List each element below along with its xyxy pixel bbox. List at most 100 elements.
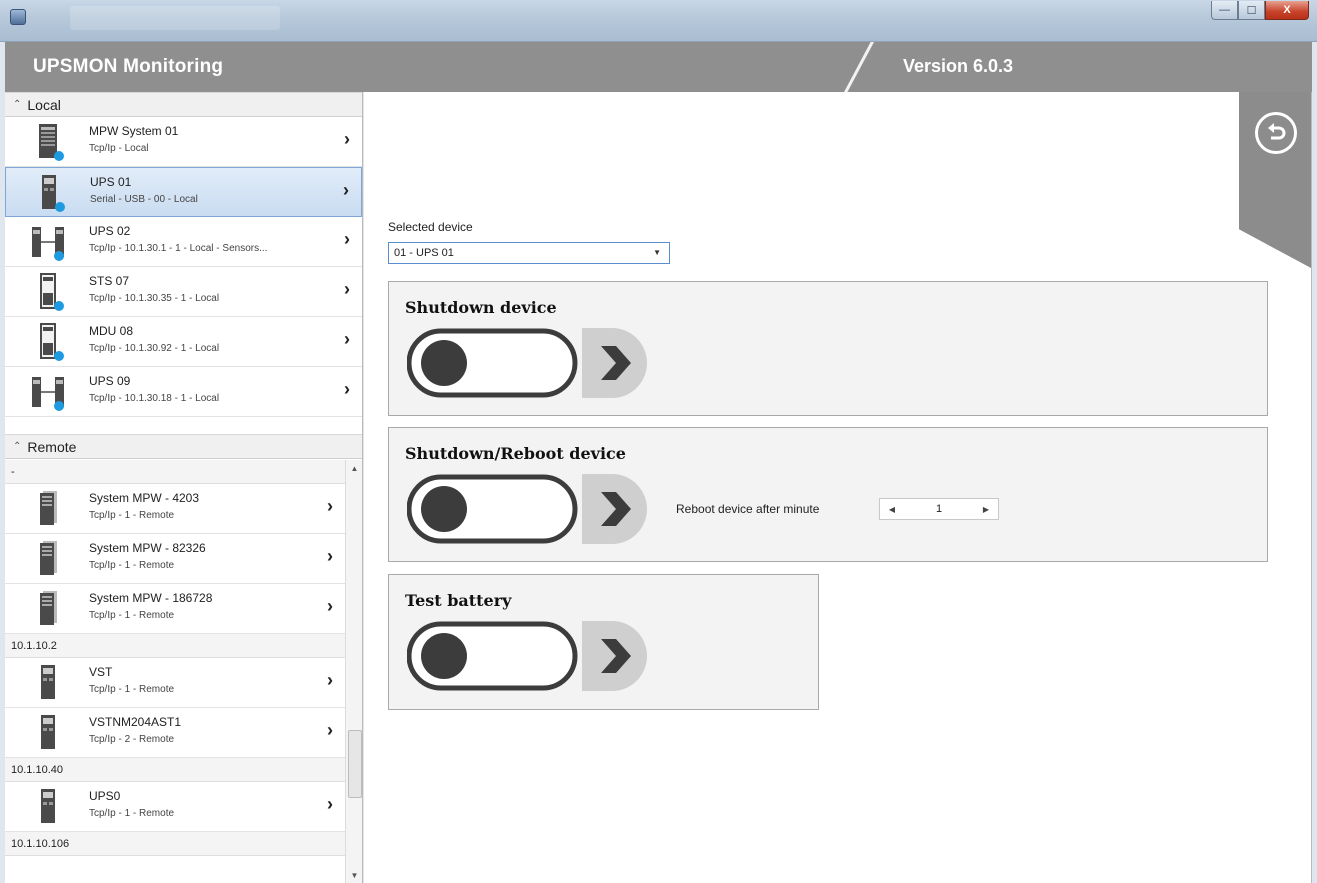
chevron-right-icon[interactable]: › [343, 180, 349, 201]
minimize-button[interactable]: — [1211, 1, 1238, 20]
device-name: UPS 02 [89, 224, 131, 238]
shutdown-reboot-title: Shutdown/Reboot device [405, 444, 626, 463]
local-device-list: MPW System 01 Tcp/Ip - Local › UPS 01 Serial… [5, 117, 362, 417]
ups-tower-icon [31, 664, 65, 702]
device-name: System MPW - 186728 [89, 591, 213, 605]
back-button[interactable] [1255, 112, 1297, 154]
chevron-right-icon[interactable]: › [327, 596, 333, 617]
chevron-right-icon[interactable]: › [327, 794, 333, 815]
device-name: UPS 09 [89, 374, 131, 388]
shutdown-reboot-panel: Shutdown/Reboot device Reboot device aft… [388, 427, 1268, 562]
test-battery-toggle[interactable] [407, 621, 647, 691]
device-name: UPS0 [89, 789, 121, 803]
remote-group-header[interactable]: ⌃ Remote [5, 434, 362, 459]
device-connection: Tcp/Ip - 1 - Remote [89, 684, 175, 695]
device-sidebar: ⌃ Local MPW System 01 Tcp/Ip - Local › UPS … [5, 92, 363, 883]
device-connection: Tcp/Ip - 10.1.30.18 - 1 - Local [89, 393, 220, 404]
device-list-item[interactable]: System MPW - 4203 Tcp/Ip - 1 - Remote › [5, 484, 345, 534]
device-list-item[interactable]: VSTNM204AST1 Tcp/Ip - 2 - Remote › [5, 708, 345, 758]
chevron-right-icon[interactable]: › [344, 129, 350, 150]
device-list-item[interactable]: UPS 02 Tcp/Ip - 10.1.30.1 - 1 - Local - S… [5, 217, 362, 267]
app-header: UPSMON Monitoring Version 6.0.3 [5, 42, 1312, 92]
decrement-icon[interactable]: ◀ [880, 505, 904, 514]
device-list-item[interactable]: STS 07 Tcp/Ip - 10.1.30.35 - 1 - Local › [5, 267, 362, 317]
chevron-right-icon[interactable]: › [327, 670, 333, 691]
scroll-thumb[interactable] [348, 730, 362, 798]
remote-group-label: Remote [27, 438, 77, 455]
local-group-header[interactable]: ⌃ Local [5, 92, 362, 117]
selected-device-value: 01 - UPS 01 [394, 247, 454, 259]
header-divider [842, 42, 875, 92]
sidebar-scrollbar[interactable]: ▲ ▼ [345, 460, 362, 883]
remote-device-list: - System MPW - 4203 Tcp/Ip - 1 - Remote › Sy… [5, 460, 362, 883]
main-panel: Selected device 01 - UPS 01 ▼ Shutdown d… [364, 92, 1312, 883]
remote-host-header: 10.1.10.40 [5, 758, 362, 782]
device-connection: Serial - USB - 00 - Local [90, 194, 198, 205]
chevron-down-icon: ▼ [653, 248, 661, 257]
device-list-item[interactable]: MDU 08 Tcp/Ip - 10.1.30.92 - 1 - Local › [5, 317, 362, 367]
remote-host-header: - [5, 460, 362, 484]
back-arrow-icon [1268, 123, 1286, 140]
chevron-right-icon[interactable]: › [327, 546, 333, 567]
titlebar-blur [70, 6, 280, 30]
device-name: VSTNM204AST1 [89, 715, 182, 729]
maximize-button[interactable]: ☐ [1238, 1, 1265, 20]
device-name: MPW System 01 [89, 124, 179, 138]
back-ribbon [1239, 92, 1311, 268]
stack-icon [31, 490, 65, 528]
device-connection: Tcp/Ip - 2 - Remote [89, 734, 175, 745]
ups-tower-icon [31, 788, 65, 826]
chevron-right-icon[interactable]: › [344, 279, 350, 300]
selected-device-dropdown[interactable]: 01 - UPS 01 ▼ [388, 242, 670, 264]
chevron-right-icon[interactable]: › [344, 379, 350, 400]
device-connection: Tcp/Ip - 10.1.30.1 - 1 - Local - Sensors… [89, 243, 268, 254]
device-list-item[interactable]: System MPW - 82326 Tcp/Ip - 1 - Remote › [5, 534, 345, 584]
collapse-icon: ⌃ [13, 99, 22, 110]
device-name: MDU 08 [89, 324, 134, 338]
scroll-down-icon[interactable]: ▼ [346, 867, 362, 883]
shutdown-toggle[interactable] [407, 328, 647, 398]
selected-device-label: Selected device [388, 220, 473, 234]
window-titlebar: — ☐ X [0, 0, 1317, 42]
ups-tower-icon [32, 174, 66, 212]
device-list-item[interactable]: UPS0 Tcp/Ip - 1 - Remote › [5, 782, 345, 832]
test-battery-title: Test battery [405, 591, 512, 610]
version-label: Version 6.0.3 [903, 56, 1014, 76]
shutdown-reboot-toggle[interactable] [407, 474, 647, 544]
app-icon [10, 9, 26, 25]
device-list-item[interactable]: UPS 01 Serial - USB - 00 - Local › [5, 167, 362, 217]
remote-host-header: 10.1.10.106 [5, 832, 362, 856]
chevron-right-icon[interactable]: › [327, 720, 333, 741]
device-list-item[interactable]: VST Tcp/Ip - 1 - Remote › [5, 658, 345, 708]
scroll-up-icon[interactable]: ▲ [346, 460, 362, 476]
app-title: UPSMON Monitoring [33, 56, 224, 77]
ups-tower-icon [31, 714, 65, 752]
stack-icon [31, 540, 65, 578]
device-connection: Tcp/Ip - 10.1.30.35 - 1 - Local [89, 293, 220, 304]
collapse-icon: ⌃ [13, 441, 22, 452]
increment-icon[interactable]: ▶ [974, 505, 998, 514]
device-list-item[interactable]: System MPW - 186728 Tcp/Ip - 1 - Remote › [5, 584, 345, 634]
device-connection: Tcp/Ip - 1 - Remote [89, 610, 175, 621]
local-group-label: Local [27, 96, 61, 113]
sts-icon [31, 273, 65, 311]
device-list-item[interactable]: MPW System 01 Tcp/Ip - Local › [5, 117, 362, 167]
window-controls: — ☐ X [1211, 1, 1309, 20]
chevron-right-icon[interactable]: › [344, 329, 350, 350]
remote-host-header: 10.1.10.2 [5, 634, 362, 658]
device-name: System MPW - 82326 [89, 541, 206, 555]
device-name: VST [89, 665, 113, 679]
reboot-minutes-stepper[interactable]: ◀ 1 ▶ [879, 498, 999, 520]
chevron-right-icon[interactable]: › [327, 496, 333, 517]
device-list-item[interactable]: UPS 09 Tcp/Ip - 10.1.30.18 - 1 - Local › [5, 367, 362, 417]
test-battery-panel: Test battery [388, 574, 819, 710]
ups-parallel-icon [31, 373, 65, 411]
ups-parallel-icon [31, 223, 65, 261]
stack-icon [31, 590, 65, 628]
device-connection: Tcp/Ip - 1 - Remote [89, 560, 175, 571]
shutdown-title: Shutdown device [405, 298, 557, 317]
reboot-minutes-value[interactable]: 1 [904, 503, 974, 515]
close-button[interactable]: X [1265, 1, 1309, 20]
chevron-right-icon[interactable]: › [344, 229, 350, 250]
device-connection: Tcp/Ip - 1 - Remote [89, 808, 175, 819]
